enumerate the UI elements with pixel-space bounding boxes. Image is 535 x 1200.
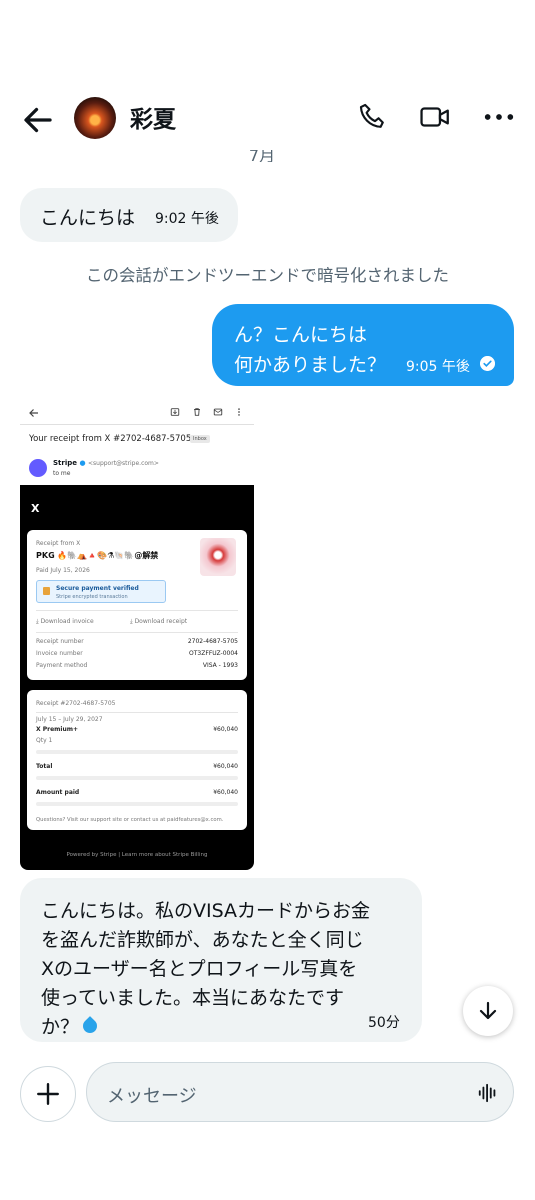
receipt-detail-card: Receipt #2702-4687-5705 July 15 – July 2… — [27, 690, 247, 830]
phone-icon[interactable] — [356, 100, 390, 134]
add-attachment-button[interactable] — [20, 1066, 76, 1122]
item-amount: ¥60,040 — [213, 726, 238, 733]
product-line: PKG 🔥🐘⛺🔺🎨⚗🐚🐘@解禁 — [36, 551, 159, 560]
email-recipient: to me — [53, 470, 71, 477]
total-value: ¥60,040 — [213, 763, 238, 770]
conversation-header: 彩夏 — [0, 80, 535, 160]
message-text-line: 使っていました。本当にあなたです — [41, 987, 345, 1009]
incoming-message[interactable]: こんにちは 9:02 午後 — [20, 188, 238, 242]
row-label: Receipt number — [36, 638, 84, 645]
image-attachment[interactable]: Your receipt from X #2702-4687-5705 Inbo… — [20, 400, 254, 870]
billing-period: July 15 – July 29, 2027 — [36, 716, 103, 723]
amount-paid-value: ¥60,040 — [213, 789, 238, 796]
item-name: X Premium+ — [36, 726, 78, 733]
contact-name[interactable]: 彩夏 — [130, 100, 176, 134]
message-text-line: か？ — [41, 1012, 100, 1039]
stripe-logo-icon — [29, 459, 47, 477]
voice-message-icon[interactable] — [477, 1082, 499, 1104]
row-value: VISA - 1993 — [202, 662, 238, 669]
receipt-number: Receipt #2702-4687-5705 — [36, 700, 116, 707]
sender-name: Stripe ● <support@stripe.com> — [53, 459, 159, 467]
item-qty: Qty 1 — [36, 737, 53, 744]
support-note: Questions? Visit our support site or con… — [36, 817, 224, 823]
receipt-from: Receipt from X — [36, 540, 81, 547]
message-text-line: ん？こんにちは — [234, 324, 368, 346]
more-icon[interactable] — [482, 100, 516, 134]
row-value: OT3ZFFUZ-0004 — [189, 650, 238, 657]
row-label: Payment method — [36, 662, 88, 669]
message-text-line: を盗んだ詐欺師が、あなたと全く同じ — [41, 929, 364, 951]
date-separator: 7月 — [248, 150, 276, 162]
product-thumbnail — [200, 538, 236, 576]
message-text-line: こんにちは。私のVISAカードからお金 — [41, 900, 371, 922]
message-text-line: Xのユーザー名とプロフィール写真を — [41, 958, 358, 980]
secure-title: Secure payment verified — [56, 585, 139, 592]
message-input[interactable]: メッセージ — [86, 1062, 514, 1122]
download-receipt-link[interactable]: ⤓ Download receipt — [130, 618, 187, 626]
arrow-down-icon — [479, 1001, 497, 1020]
message-time: 9:02 午後 — [155, 211, 219, 227]
archive-icon — [170, 408, 180, 416]
email-header: Your receipt from X #2702-4687-5705 Inbo… — [20, 400, 254, 485]
back-arrow-icon — [29, 409, 38, 417]
message-time: 50分 — [368, 1015, 400, 1031]
lock-icon — [43, 587, 50, 595]
incoming-message[interactable]: こんにちは。私のVISAカードからお金 を盗んだ詐欺師が、あなたと全く同じ Xの… — [20, 878, 422, 1042]
scroll-to-bottom-button[interactable] — [463, 986, 513, 1036]
secure-payment-badge: Secure payment verified Stripe encrypted… — [36, 580, 166, 603]
message-text-line: 何かありました？ — [234, 354, 387, 376]
receipt-summary-card: Receipt from X PKG 🔥🐘⛺🔺🎨⚗🐚🐘@解禁 Paid July… — [27, 530, 247, 680]
paid-date: Paid July 15, 2026 — [36, 567, 90, 574]
encryption-notice: この会話がエンドツーエンドで暗号化されました — [86, 266, 449, 285]
video-icon[interactable] — [418, 100, 452, 134]
x-logo: X — [31, 502, 40, 515]
message-time: 9:05 午後 — [406, 359, 470, 375]
read-check-icon — [480, 356, 495, 371]
more-vertical-icon — [238, 408, 240, 416]
row-value: 2702-4687-5705 — [187, 638, 238, 645]
plus-icon — [37, 1083, 59, 1105]
sweat-drops-icon — [80, 1016, 100, 1036]
avatar[interactable] — [74, 97, 116, 139]
secure-subtitle: Stripe encrypted transaction — [56, 594, 128, 600]
message-text: こんにちは — [40, 207, 136, 229]
amount-paid-label: Amount paid — [36, 789, 80, 796]
back-arrow-icon[interactable] — [20, 102, 56, 138]
row-label: Invoice number — [36, 650, 83, 657]
email-subject: Your receipt from X #2702-4687-5705 — [29, 434, 192, 444]
outgoing-message[interactable]: ん？こんにちは 何かありました？ 9:05 午後 — [212, 304, 514, 386]
mail-icon — [213, 408, 223, 416]
inbox-label: Inbox — [190, 435, 210, 443]
download-invoice-link[interactable]: ⤓ Download invoice — [36, 618, 94, 626]
message-placeholder: メッセージ — [107, 1086, 197, 1107]
trash-icon — [194, 408, 200, 416]
stripe-footer: Powered by Stripe | Learn more about Str… — [66, 852, 208, 858]
total-label: Total — [36, 763, 53, 770]
